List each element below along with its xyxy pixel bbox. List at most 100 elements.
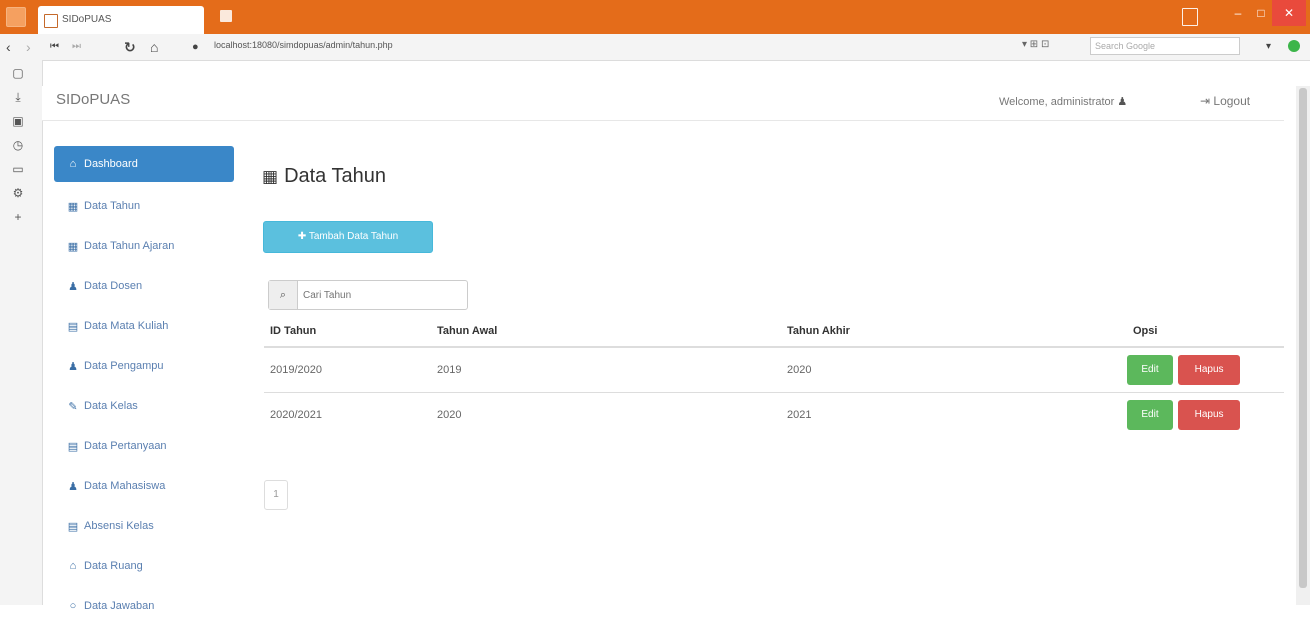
sidebar-item-data-tahun[interactable]: ▦ Data Tahun (54, 186, 234, 226)
close-button[interactable]: ✕ (1272, 0, 1306, 26)
column-header[interactable]: Tahun Akhir (781, 316, 1127, 348)
maximize-button[interactable]: □ (1250, 0, 1272, 26)
delete-button[interactable]: Hapus (1178, 400, 1241, 430)
table-header-row: ID Tahun Tahun Awal Tahun Akhir Opsi (264, 316, 1284, 348)
scrollbar-thumb[interactable] (1299, 88, 1307, 588)
address-dropdown-icon[interactable]: ▾ ⊞ ⊡ (1022, 39, 1049, 50)
list-icon: ▤ (67, 320, 79, 333)
calendar-icon: ▦ (67, 200, 79, 213)
sidebar-item-label: Data Pengampu (84, 360, 164, 372)
table-row: 2020/2021 2020 2021 Edit Hapus (264, 392, 1284, 437)
page-title-text: Data Tahun (284, 165, 386, 187)
cell-id-tahun: 2020/2021 (264, 392, 431, 437)
tab-title: SIDoPUAS (62, 14, 112, 25)
minimize-button[interactable]: – (1226, 0, 1250, 26)
browser-navbar: ‹ › ⏮ ⏭ ↻ ⌂ ● localhost:18080/simdopuas/… (0, 34, 1310, 61)
extension-icon[interactable] (1288, 40, 1300, 52)
welcome-label: Welcome, administrator (999, 96, 1115, 108)
table-row: 2019/2020 2019 2020 Edit Hapus (264, 346, 1284, 393)
book-icon: ▤ (67, 440, 79, 453)
sidebar-item-data-mahasiswa[interactable]: ♟ Data Mahasiswa (54, 466, 234, 506)
bookmark-icon[interactable]: ▢ (11, 66, 25, 80)
user-icon: ♟ (68, 360, 78, 373)
sidebar-item-label: Data Jawaban (84, 600, 155, 612)
cell-tahun-awal: 2019 (431, 346, 781, 393)
sidebar-item-data-jawaban[interactable]: ○ Data Jawaban (54, 586, 234, 626)
circle-icon: ○ (69, 600, 77, 612)
calendar-icon: ▦ (262, 167, 279, 186)
sidebar-item-data-mata-kuliah[interactable]: ▤ Data Mata Kuliah (54, 306, 234, 346)
forward-icon[interactable]: › (26, 38, 31, 56)
edit-button[interactable]: Edit (1127, 355, 1173, 385)
sidebar-item-data-dosen[interactable]: ♟ Data Dosen (54, 266, 234, 306)
notes-icon[interactable]: ▣ (11, 114, 25, 128)
sidebar-item-dashboard[interactable]: ⌂ Dashboard (54, 146, 234, 182)
column-header[interactable]: ID Tahun (264, 316, 431, 348)
plus-icon: ✚ (297, 231, 309, 242)
user-icon: ♟ (68, 280, 78, 293)
first-icon[interactable]: ⏮ (50, 38, 59, 56)
pagination-page[interactable]: 1 (264, 480, 288, 510)
cell-tahun-akhir: 2020 (781, 346, 1127, 393)
sidebar-item-data-ruang[interactable]: ⌂ Data Ruang (54, 546, 234, 586)
sidebar-item-data-kelas[interactable]: ✎ Data Kelas (54, 386, 234, 426)
logout-label: Logout (1213, 94, 1251, 108)
add-tahun-button[interactable]: ✚ Tambah Data Tahun (263, 221, 433, 253)
welcome-text: Welcome, administrator ♟ (999, 95, 1127, 108)
browser-sidebar: ▢ ⤓ ▣ ◷ ▭ ⚙ + (0, 60, 43, 605)
last-icon[interactable]: ⏭ (72, 38, 81, 56)
add-panel-icon[interactable]: + (11, 210, 25, 224)
window-icon[interactable]: ▭ (11, 162, 25, 176)
back-icon[interactable]: ‹ (6, 38, 11, 56)
sidebar-item-absensi-kelas[interactable]: ▤ Absensi Kelas (54, 506, 234, 546)
sidebar-item-label: Data Tahun Ajaran (84, 240, 175, 252)
edit-button[interactable]: Edit (1127, 400, 1173, 430)
sidebar-item-data-pengampu[interactable]: ♟ Data Pengampu (54, 346, 234, 386)
browser-tab[interactable]: SIDoPUAS (38, 6, 204, 34)
cell-opsi: Edit Hapus (1127, 392, 1284, 437)
search-group: ⌕ (268, 280, 468, 311)
logout-link[interactable]: ⇥ Logout (1200, 94, 1250, 108)
reload-icon[interactable]: ↻ (124, 38, 136, 56)
trash-icon[interactable] (1182, 8, 1198, 26)
home-icon: ⌂ (69, 158, 77, 170)
address-bar[interactable]: localhost:18080/simdopuas/admin/tahun.ph… (214, 40, 393, 50)
page-header: SIDoPUAS Welcome, administrator ♟ ⇥ Logo… (42, 86, 1284, 121)
pencil-icon: ✎ (68, 400, 78, 413)
new-tab-icon[interactable] (220, 10, 232, 22)
sidebar-item-data-tahun-ajaran[interactable]: ▦ Data Tahun Ajaran (54, 226, 234, 266)
history-icon[interactable]: ◷ (11, 138, 25, 152)
cell-opsi: Edit Hapus (1127, 346, 1284, 393)
sidebar-item-label: Data Kelas (84, 400, 138, 412)
download-icon[interactable]: ⤓ (11, 90, 25, 104)
column-header[interactable]: Tahun Awal (431, 316, 781, 348)
settings-icon[interactable]: ⚙ (11, 186, 25, 200)
user-icon: ♟ (68, 480, 78, 493)
add-tahun-label: Tambah Data Tahun (308, 231, 399, 242)
sidebar-item-data-pertanyaan[interactable]: ▤ Data Pertanyaan (54, 426, 234, 466)
user-icon: ♟ (1117, 96, 1128, 108)
browser-titlebar: SIDoPUAS – □ ✕ (0, 0, 1310, 34)
sidebar-item-label: Data Ruang (84, 560, 143, 572)
column-header: Opsi (1127, 316, 1284, 348)
sidebar-item-label: Data Pertanyaan (84, 440, 167, 452)
brand-logo[interactable]: SIDoPUAS (56, 91, 130, 108)
sidebar-menu: ⌂ Dashboard ▦ Data Tahun ▦ Data Tahun Ajaran ♟… (54, 146, 234, 626)
browser-menu-icon[interactable] (6, 7, 26, 27)
sidebar-item-label: Dashboard (84, 158, 138, 170)
search-input[interactable] (301, 281, 465, 311)
cell-tahun-awal: 2020 (431, 392, 781, 437)
browser-search-input[interactable]: Search Google (1090, 37, 1240, 55)
cell-tahun-akhir: 2021 (781, 392, 1127, 437)
site-info-icon[interactable]: ● (192, 38, 199, 56)
home-icon[interactable]: ⌂ (150, 38, 158, 56)
home-icon: ⌂ (69, 560, 77, 572)
list-icon: ▤ (67, 520, 79, 533)
page-title: ▦ Data Tahun (262, 165, 386, 188)
search-icon: ⌕ (269, 281, 298, 309)
dropdown-icon[interactable]: ▾ (1266, 38, 1271, 56)
delete-button[interactable]: Hapus (1178, 355, 1241, 385)
sidebar-item-label: Data Mahasiswa (84, 480, 166, 492)
favicon-icon (44, 14, 58, 28)
sidebar-item-label: Absensi Kelas (84, 520, 154, 532)
